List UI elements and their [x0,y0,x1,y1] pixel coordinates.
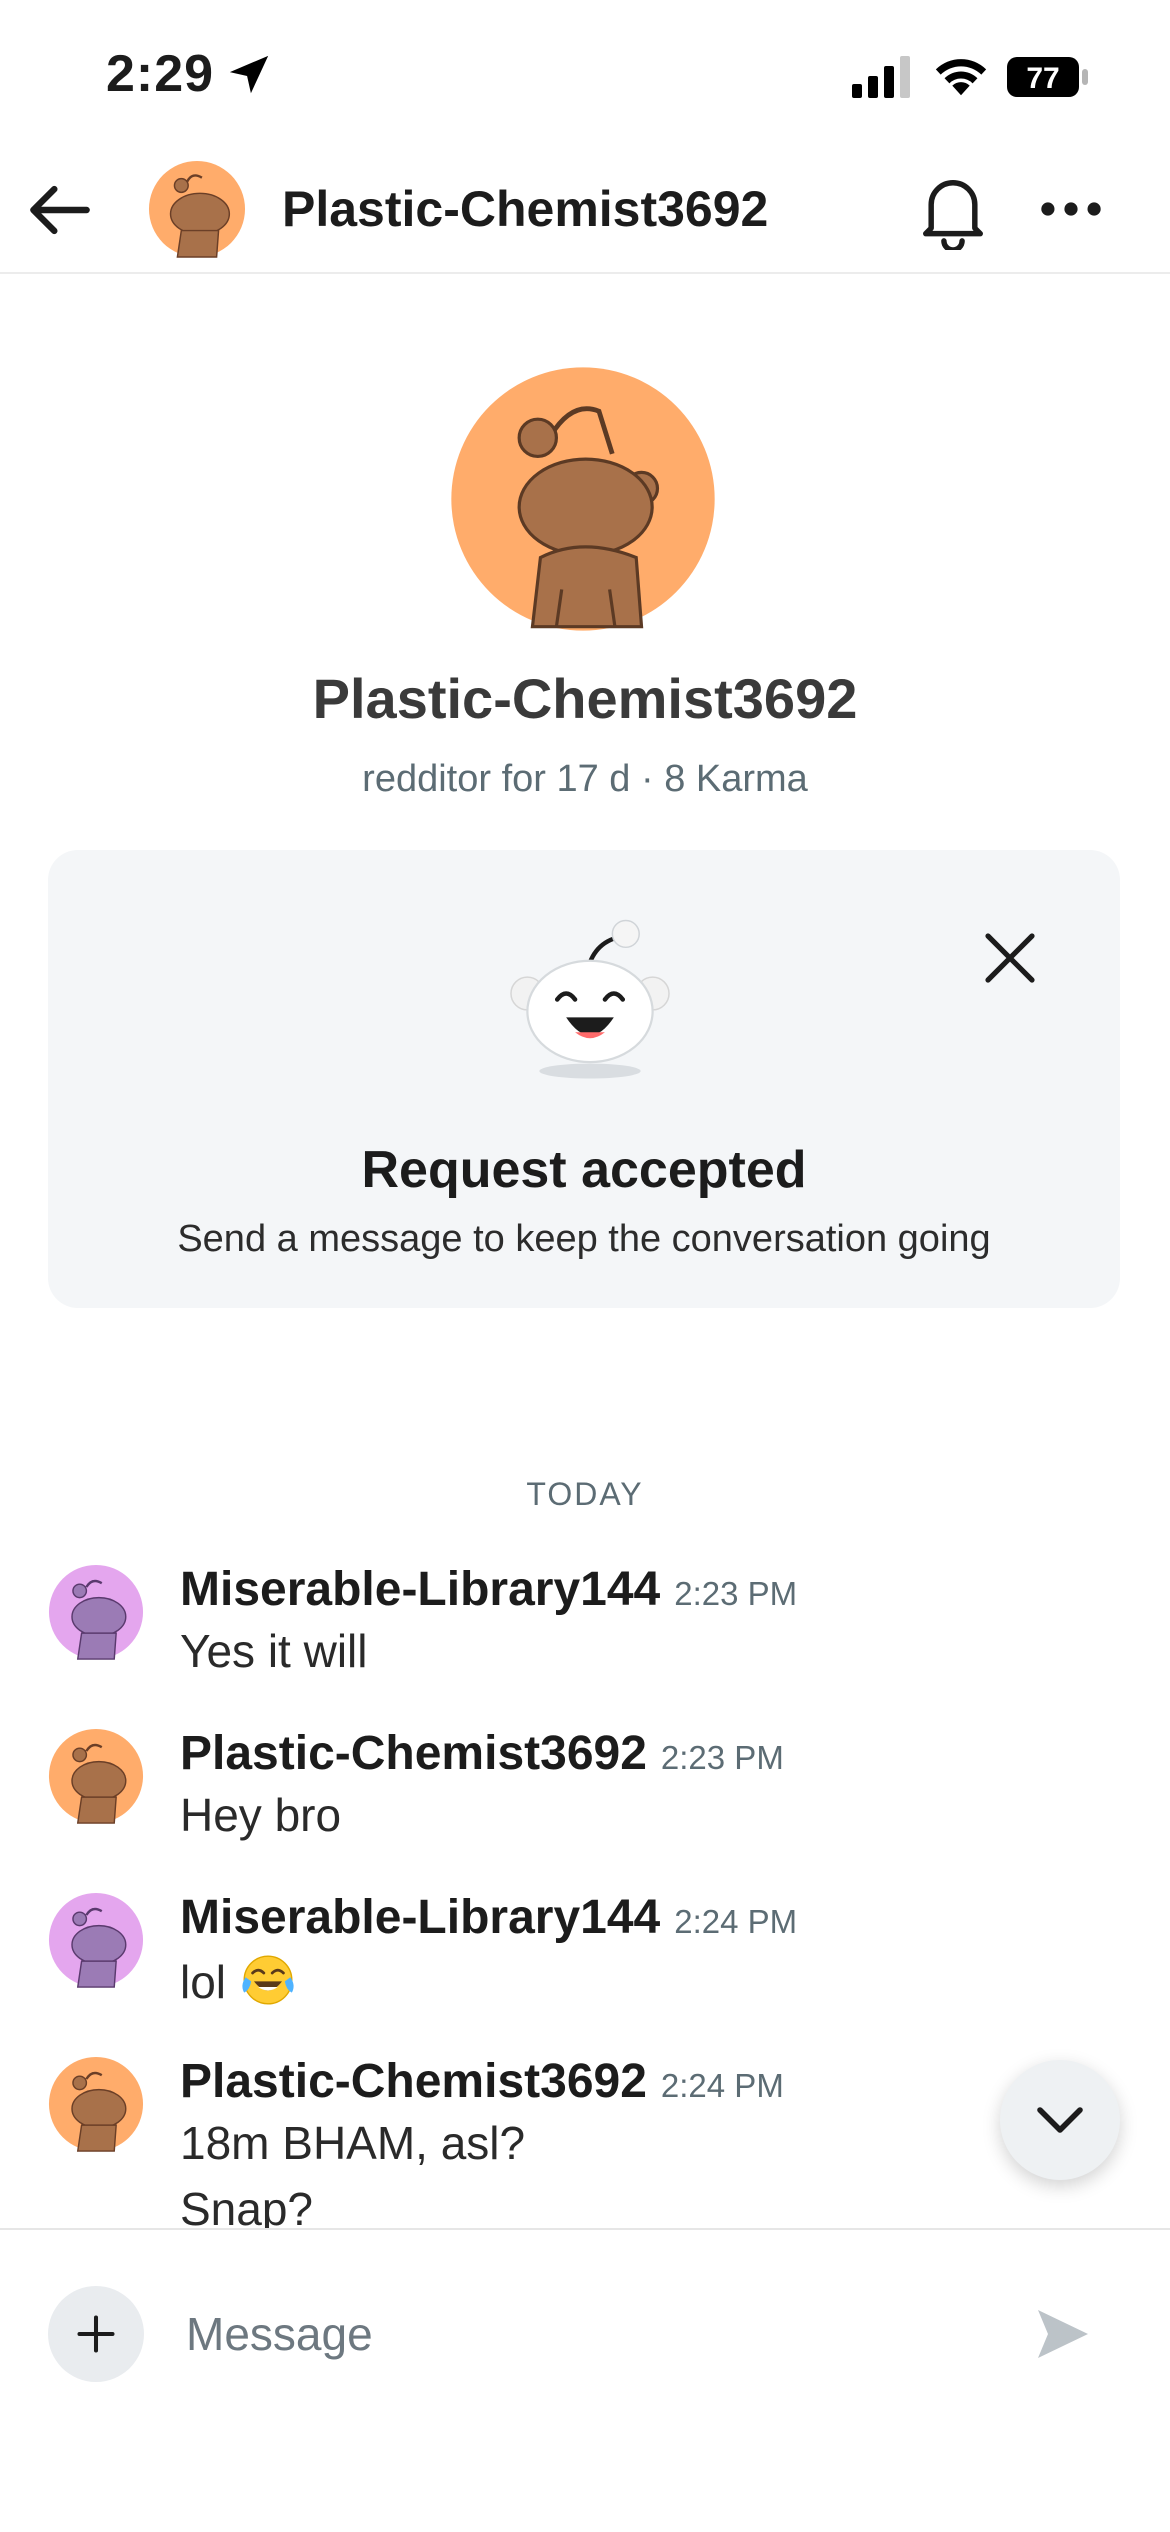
chat-header: Plastic-Chemist3692 [0,150,1170,274]
date-divider: TODAY [526,1476,644,1512]
message-list[interactable]: Miserable-Library144 2:23 PM Yes it will … [0,1540,1170,2230]
message-item[interactable]: Miserable-Library144 2:23 PM Yes it will [0,1540,1170,1704]
cellular-signal-icon [852,56,910,98]
message-author[interactable]: Miserable-Library144 2:24 PM [180,1890,797,1945]
profile-meta: redditor for 17 d · 8 Karma [362,758,808,800]
profile-username: Plastic-Chemist3692 [312,667,858,730]
location-arrow-icon [229,55,269,94]
scroll-to-bottom-button[interactable] [1000,2060,1120,2180]
card-subtitle: Send a message to keep the conversation … [177,1218,991,1260]
message-avatar[interactable] [48,2056,144,2152]
card-title: Request accepted [361,1141,807,1199]
send-icon[interactable] [1032,2304,1092,2364]
message-text-second-line: Snap? [180,2183,314,2230]
header-title: Plastic-Chemist3692 [282,181,769,237]
message-time: 2:24 PM [660,2067,784,2104]
message-item[interactable]: Miserable-Library144 2:24 PM lol [0,1868,1170,2032]
message-text: lol [180,1952,296,2009]
message-input[interactable] [186,2294,986,2374]
message-text: 18m BHAM, asl? [180,2117,526,2169]
bell-icon[interactable] [916,170,990,250]
message-avatar[interactable] [48,1728,144,1824]
message-author[interactable]: Plastic-Chemist3692 2:23 PM [180,1726,784,1781]
status-bar: 2:29 77 [0,0,1170,150]
message-text: Yes it will [180,1625,368,1677]
request-accepted-card: Request accepted Send a message to keep … [48,850,1120,1308]
status-time: 2:29 [106,45,215,103]
header-avatar[interactable] [148,160,246,258]
message-item[interactable]: Plastic-Chemist3692 2:24 PM 18m BHAM, asl… [0,2032,1170,2230]
battery-level: 77 [1026,62,1059,95]
message-time: 2:23 PM [660,1739,784,1776]
message-avatar[interactable] [48,1564,144,1660]
wifi-icon [935,59,987,96]
message-text: Hey bro [180,1789,342,1841]
back-arrow-icon[interactable] [22,172,98,248]
message-item[interactable]: Plastic-Chemist3692 2:23 PM Hey bro [0,1704,1170,1868]
profile-avatar[interactable] [450,366,716,632]
message-composer [0,2228,1170,2532]
message-time: 2:24 PM [674,1903,798,1940]
chevron-down-icon [1037,2107,1083,2133]
battery-icon: 77 [1007,57,1088,97]
plus-icon [77,2315,115,2353]
message-author[interactable]: Plastic-Chemist3692 2:24 PM [180,2054,784,2109]
add-attachment-button[interactable] [48,2286,144,2382]
message-author[interactable]: Miserable-Library144 2:23 PM [180,1562,797,1617]
message-time: 2:23 PM [674,1575,798,1612]
close-icon[interactable] [978,926,1042,990]
tears-of-joy-emoji-icon [242,1955,294,2005]
message-avatar[interactable] [48,1892,144,1988]
snoo-mascot-icon [510,919,670,1079]
more-horizontal-icon[interactable] [1038,192,1104,226]
